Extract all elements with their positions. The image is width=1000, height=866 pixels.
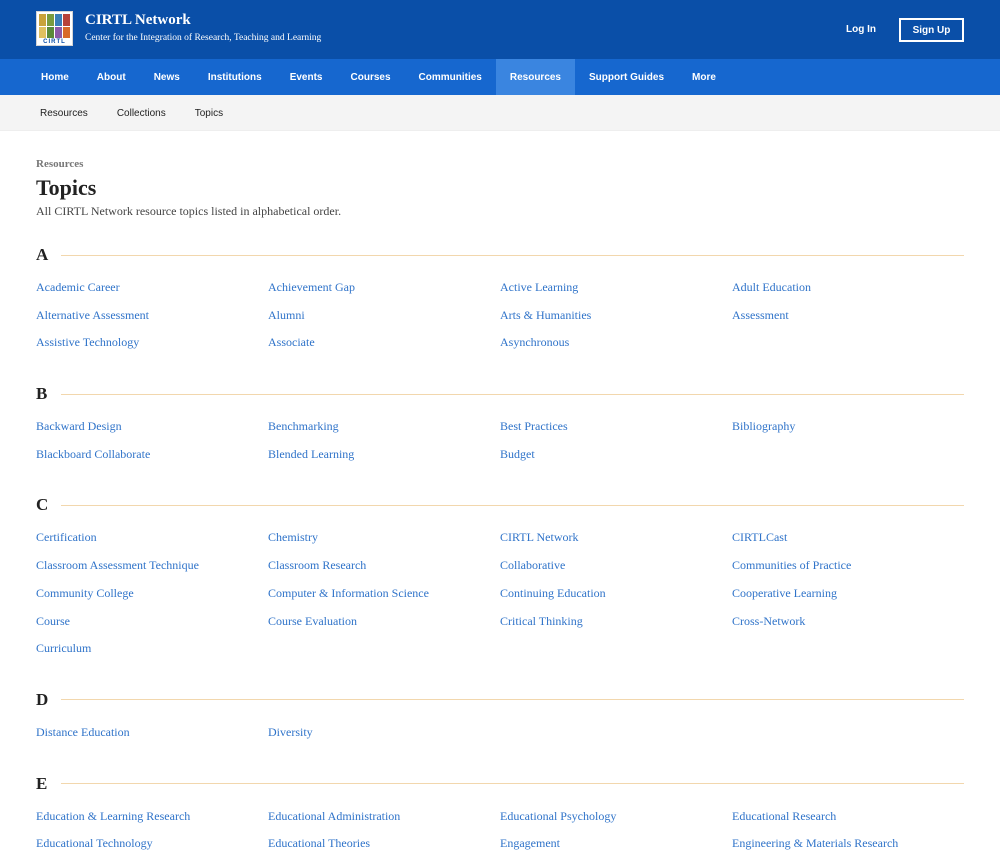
section-divider — [61, 393, 964, 395]
topic-link[interactable]: Associate — [268, 333, 500, 361]
letter-section-a: A Academic Career Achievement Gap Active Le… — [36, 245, 964, 361]
letter-heading-row: C — [36, 495, 964, 515]
topic-link[interactable]: Classroom Research — [268, 556, 500, 584]
topic-list: Distance Education Diversity — [36, 723, 964, 751]
logo-text: CIRTL — [43, 39, 66, 45]
letter-heading: D — [36, 689, 49, 709]
section-divider — [61, 699, 964, 701]
sub-navigation: Resources Collections Topics — [0, 95, 1000, 131]
cirtl-logo[interactable]: CIRTL — [36, 11, 73, 46]
letter-heading-row: A — [36, 245, 964, 265]
topic-list: Backward Design Benchmarking Best Practice… — [36, 417, 964, 472]
topic-link[interactable]: Curriculum — [36, 639, 268, 667]
topic-link[interactable]: Computer & Information Science — [268, 584, 500, 612]
topic-link[interactable]: Academic Career — [36, 278, 268, 306]
topic-link[interactable]: Educational Research — [732, 807, 964, 835]
letter-heading-row: B — [36, 384, 964, 404]
topic-link[interactable]: Education & Learning Research — [36, 807, 268, 835]
topic-link[interactable]: Educational Administration — [268, 807, 500, 835]
letter-section-e: E Education & Learning Research Educationa… — [36, 774, 964, 862]
topic-link[interactable]: Critical Thinking — [500, 612, 732, 640]
letter-heading: B — [36, 384, 48, 404]
section-divider — [61, 504, 964, 506]
logo-mark-icon — [39, 14, 70, 38]
subnav-item-collections[interactable]: Collections — [103, 95, 181, 131]
topic-link[interactable]: Achievement Gap — [268, 278, 500, 306]
signup-button[interactable]: Sign Up — [899, 18, 964, 42]
topic-link[interactable]: Arts & Humanities — [500, 306, 732, 334]
topic-list: Certification Chemistry CIRTL Network CIRTL… — [36, 528, 964, 666]
topic-link[interactable]: Best Practices — [500, 417, 732, 445]
topic-link[interactable]: Bibliography — [732, 417, 964, 445]
topic-link[interactable]: Classroom Assessment Technique — [36, 556, 268, 584]
topic-link[interactable]: Community College — [36, 584, 268, 612]
site-header: CIRTL CIRTL Network Center for the Integ… — [0, 0, 1000, 59]
topic-list: Education & Learning Research Educational… — [36, 807, 964, 862]
nav-item-more[interactable]: More — [678, 59, 730, 95]
topic-link[interactable]: Cooperative Learning — [732, 584, 964, 612]
letter-heading: C — [36, 495, 49, 515]
topic-link[interactable]: Engineering & Materials Research — [732, 834, 964, 862]
nav-item-events[interactable]: Events — [276, 59, 337, 95]
topic-link[interactable]: Assessment — [732, 306, 964, 334]
topic-link[interactable]: CIRTLCast — [732, 528, 964, 556]
letter-heading-row: E — [36, 774, 964, 794]
topic-link[interactable]: Certification — [36, 528, 268, 556]
letter-heading: E — [36, 773, 48, 793]
topic-link[interactable]: Active Learning — [500, 278, 732, 306]
topic-link[interactable]: Communities of Practice — [732, 556, 964, 584]
topic-link[interactable]: Chemistry — [268, 528, 500, 556]
subnav-item-topics[interactable]: Topics — [181, 95, 238, 131]
topic-list: Academic Career Achievement Gap Active Lea… — [36, 278, 964, 361]
nav-item-support-guides[interactable]: Support Guides — [575, 59, 678, 95]
login-link[interactable]: Log In — [846, 24, 876, 35]
nav-item-courses[interactable]: Courses — [337, 59, 405, 95]
topic-link[interactable]: Asynchronous — [500, 333, 732, 361]
site-tagline: Center for the Integration of Research, … — [85, 33, 322, 43]
nav-item-resources[interactable]: Resources — [495, 59, 575, 95]
section-divider — [61, 783, 964, 785]
topic-link[interactable]: Budget — [500, 445, 732, 473]
topic-link[interactable]: Adult Education — [732, 278, 964, 306]
nav-item-home[interactable]: Home — [27, 59, 83, 95]
topic-link[interactable]: Course Evaluation — [268, 612, 500, 640]
topic-link[interactable]: Educational Theories — [268, 834, 500, 862]
topic-link[interactable]: Continuing Education — [500, 584, 732, 612]
letter-section-c: C Certification Chemistry CIRTL Network CIRT… — [36, 495, 964, 666]
topic-link[interactable]: Blended Learning — [268, 445, 500, 473]
main-content: Resources Topics All CIRTL Network resou… — [0, 158, 1000, 862]
topic-link[interactable]: Distance Education — [36, 723, 268, 751]
topic-link[interactable]: Engagement — [500, 834, 732, 862]
topic-sections: A Academic Career Achievement Gap Active Le… — [36, 245, 964, 862]
topic-link[interactable]: Blackboard Collaborate — [36, 445, 268, 473]
topic-link[interactable]: Alumni — [268, 306, 500, 334]
breadcrumb[interactable]: Resources — [36, 158, 964, 170]
main-navigation: Home About News Institutions Events Courses Co… — [0, 59, 1000, 95]
topic-link[interactable]: Cross-Network — [732, 612, 964, 640]
topic-link[interactable]: Collaborative — [500, 556, 732, 584]
section-divider — [61, 254, 964, 256]
nav-item-news[interactable]: News — [140, 59, 194, 95]
topic-link[interactable]: Course — [36, 612, 268, 640]
letter-section-d: D Distance Education Diversity — [36, 690, 964, 751]
subnav-item-resources[interactable]: Resources — [26, 95, 103, 131]
topic-link[interactable]: Educational Psychology — [500, 807, 732, 835]
letter-heading-row: D — [36, 690, 964, 710]
topic-link[interactable]: Educational Technology — [36, 834, 268, 862]
nav-item-about[interactable]: About — [83, 59, 140, 95]
letter-heading: A — [36, 245, 49, 264]
page-title: Topics — [36, 175, 97, 200]
topic-link[interactable]: Backward Design — [36, 417, 268, 445]
topic-link[interactable]: Benchmarking — [268, 417, 500, 445]
topic-link[interactable]: Diversity — [268, 723, 500, 751]
topic-link[interactable]: CIRTL Network — [500, 528, 732, 556]
nav-item-institutions[interactable]: Institutions — [194, 59, 276, 95]
page-description: All CIRTL Network resource topics listed… — [36, 204, 342, 218]
site-name[interactable]: CIRTL Network — [85, 12, 191, 29]
topic-link[interactable]: Alternative Assessment — [36, 306, 268, 334]
nav-item-communities[interactable]: Communities — [405, 59, 496, 95]
topic-link[interactable]: Assistive Technology — [36, 333, 268, 361]
letter-section-b: B Backward Design Benchmarking Best Practic… — [36, 384, 964, 472]
